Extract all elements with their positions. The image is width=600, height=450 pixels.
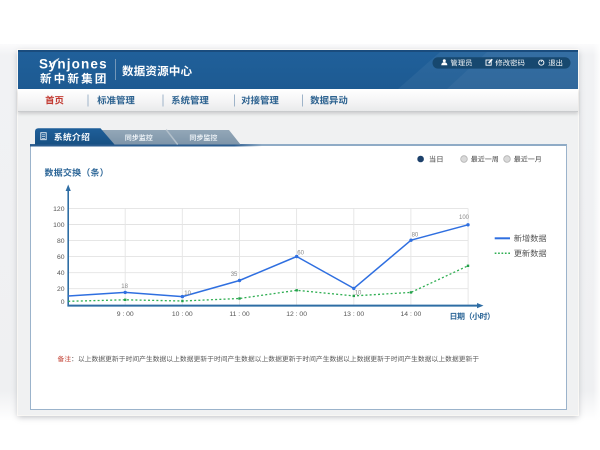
svg-text:Synjones: Synjones: [39, 57, 108, 72]
svg-text:80: 80: [412, 233, 419, 239]
svg-text:120: 120: [53, 206, 65, 213]
svg-text:12 : 00: 12 : 00: [286, 311, 307, 318]
svg-text:35: 35: [231, 272, 238, 278]
svg-text:100: 100: [53, 222, 65, 229]
svg-text:14 : 00: 14 : 00: [401, 311, 422, 318]
svg-text:10: 10: [184, 291, 191, 297]
svg-text:20: 20: [57, 286, 65, 293]
svg-text:60: 60: [297, 251, 304, 257]
svg-text:100: 100: [459, 215, 470, 221]
svg-text:0: 0: [61, 299, 65, 306]
svg-text:11 : 00: 11 : 00: [229, 311, 250, 318]
svg-text:60: 60: [57, 254, 65, 261]
svg-text:80: 80: [57, 238, 65, 245]
svg-text:9 : 00: 9 : 00: [117, 311, 134, 318]
svg-text:18: 18: [121, 284, 128, 290]
svg-text:10 : 00: 10 : 00: [172, 311, 193, 318]
svg-text:10: 10: [355, 291, 362, 297]
svg-text:40: 40: [57, 270, 65, 277]
svg-text:13 : 00: 13 : 00: [343, 311, 364, 318]
